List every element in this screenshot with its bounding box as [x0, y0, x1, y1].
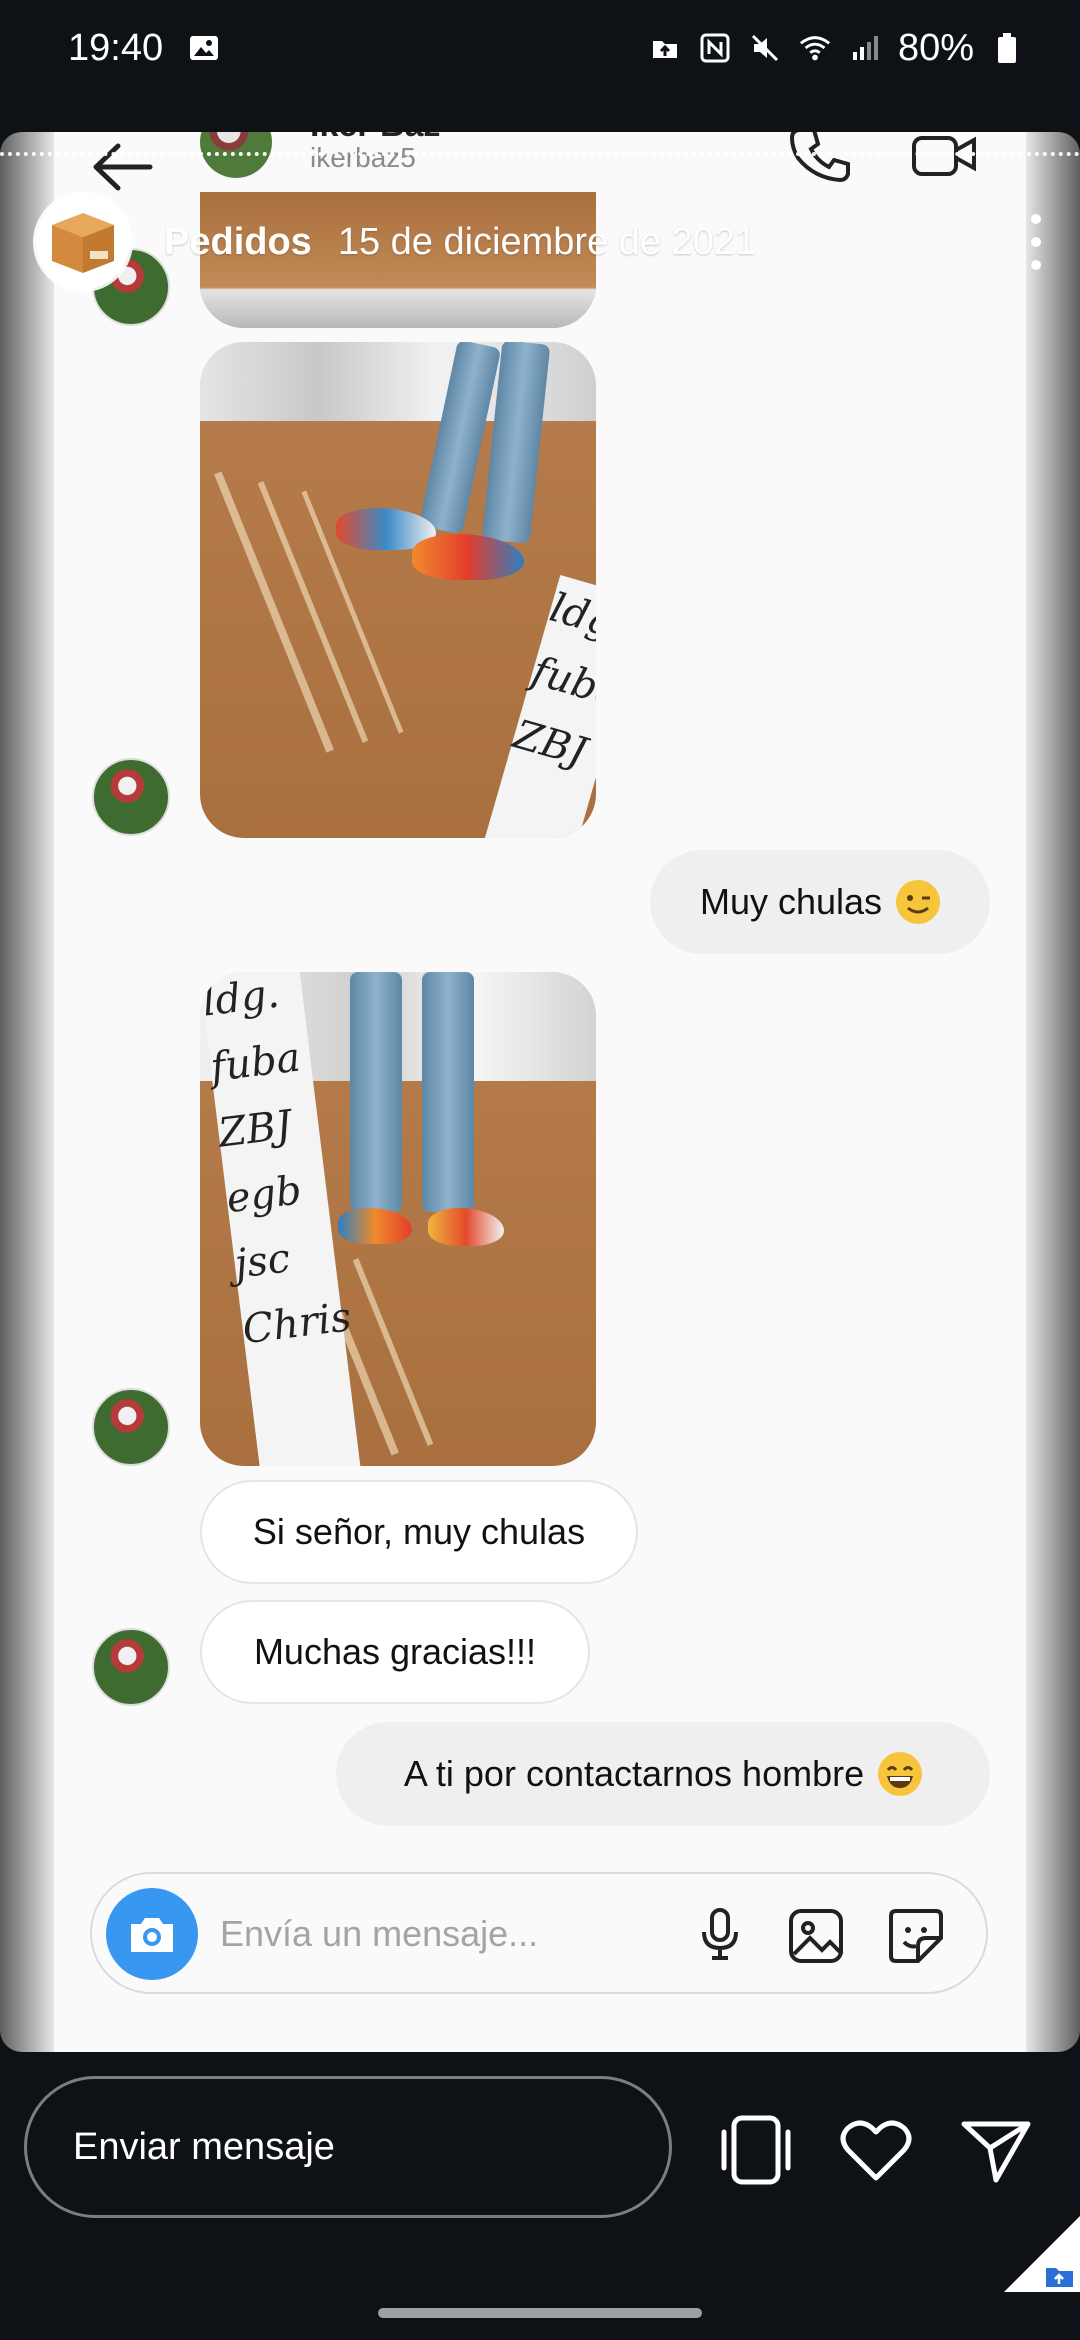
story-date: 15 de diciembre de 2021 [337, 220, 757, 263]
signal-icon [848, 31, 882, 65]
signature-text: egb [224, 1167, 304, 1223]
signature-text: ZBJ [215, 1102, 295, 1157]
back-arrow-icon [93, 143, 153, 191]
grinning-face-icon [878, 1752, 923, 1796]
signature-text: Chris [240, 1294, 354, 1354]
message-composer [90, 1872, 988, 1994]
heart-icon[interactable] [836, 2110, 916, 2190]
nfc-icon [698, 31, 732, 65]
mute-icon [748, 31, 782, 65]
story-avatar[interactable] [36, 195, 130, 289]
message-input[interactable] [220, 1904, 660, 1964]
story-header: Pedidos 15 de diciembre de 2021 [36, 192, 1046, 292]
video-call-icon [912, 136, 976, 176]
signature-text: fuba [207, 1034, 303, 1092]
contact-avatar [92, 758, 170, 836]
clock: 19:40 [68, 26, 164, 69]
send-message-placeholder: Enviar mensaje [73, 2125, 335, 2168]
contact-avatar [92, 1628, 170, 1706]
message-text: Muchas gracias!!! [253, 1631, 537, 1672]
gallery-icon[interactable] [786, 1906, 846, 1966]
message-bubble-outgoing[interactable]: Muy chulas [650, 850, 990, 954]
microphone-icon[interactable] [692, 1906, 748, 1962]
cloud-upload-icon [648, 31, 682, 65]
message-text: Muy chulas [699, 881, 883, 922]
save-folder-icon[interactable] [1004, 2216, 1080, 2292]
signature-text: jsc [232, 1235, 293, 1288]
camera-button[interactable] [106, 1888, 198, 1980]
home-indicator[interactable] [378, 2308, 702, 2318]
contact-avatar [92, 1388, 170, 1466]
winking-face-icon [896, 880, 941, 924]
message-text: A ti por contactarnos hombre [403, 1753, 865, 1794]
story-card[interactable]: Iker Baz ikerbaz5 Pedidos 15 de diciembr… [0, 132, 1080, 2052]
camera-icon [131, 1918, 173, 1952]
dm-contact-username: ikerbaz5 [310, 142, 416, 173]
phone-icon [790, 132, 850, 183]
wifi-icon [798, 31, 832, 65]
shared-photo[interactable]: ldg. fuba ZBJ egb jsc Chris [200, 972, 596, 1466]
status-bar: 19:40 80% [0, 0, 1080, 96]
message-text: Si señor, muy chulas [252, 1511, 586, 1552]
more-options-icon[interactable] [1026, 214, 1046, 270]
image-icon [187, 31, 221, 65]
story-username[interactable]: Pedidos [164, 221, 312, 264]
status-right: 80% [648, 27, 1024, 70]
device-frame-icon[interactable] [716, 2110, 796, 2190]
send-icon[interactable] [956, 2110, 1036, 2190]
message-bubble-outgoing[interactable]: A ti por contactarnos hombre [336, 1722, 990, 1826]
story-progress-bar [0, 152, 1080, 156]
package-icon [52, 213, 114, 273]
message-bubble-incoming[interactable]: Si señor, muy chulas [200, 1480, 638, 1584]
sticker-icon[interactable] [886, 1906, 946, 1966]
battery-percent: 80% [897, 26, 974, 69]
send-message-field[interactable]: Enviar mensaje [24, 2076, 672, 2218]
battery-icon [990, 31, 1024, 65]
status-left: 19:40 [68, 27, 221, 70]
shared-photo[interactable]: ldg. fuba ZBJ [200, 342, 596, 838]
message-bubble-incoming[interactable]: Muchas gracias!!! [200, 1600, 590, 1704]
